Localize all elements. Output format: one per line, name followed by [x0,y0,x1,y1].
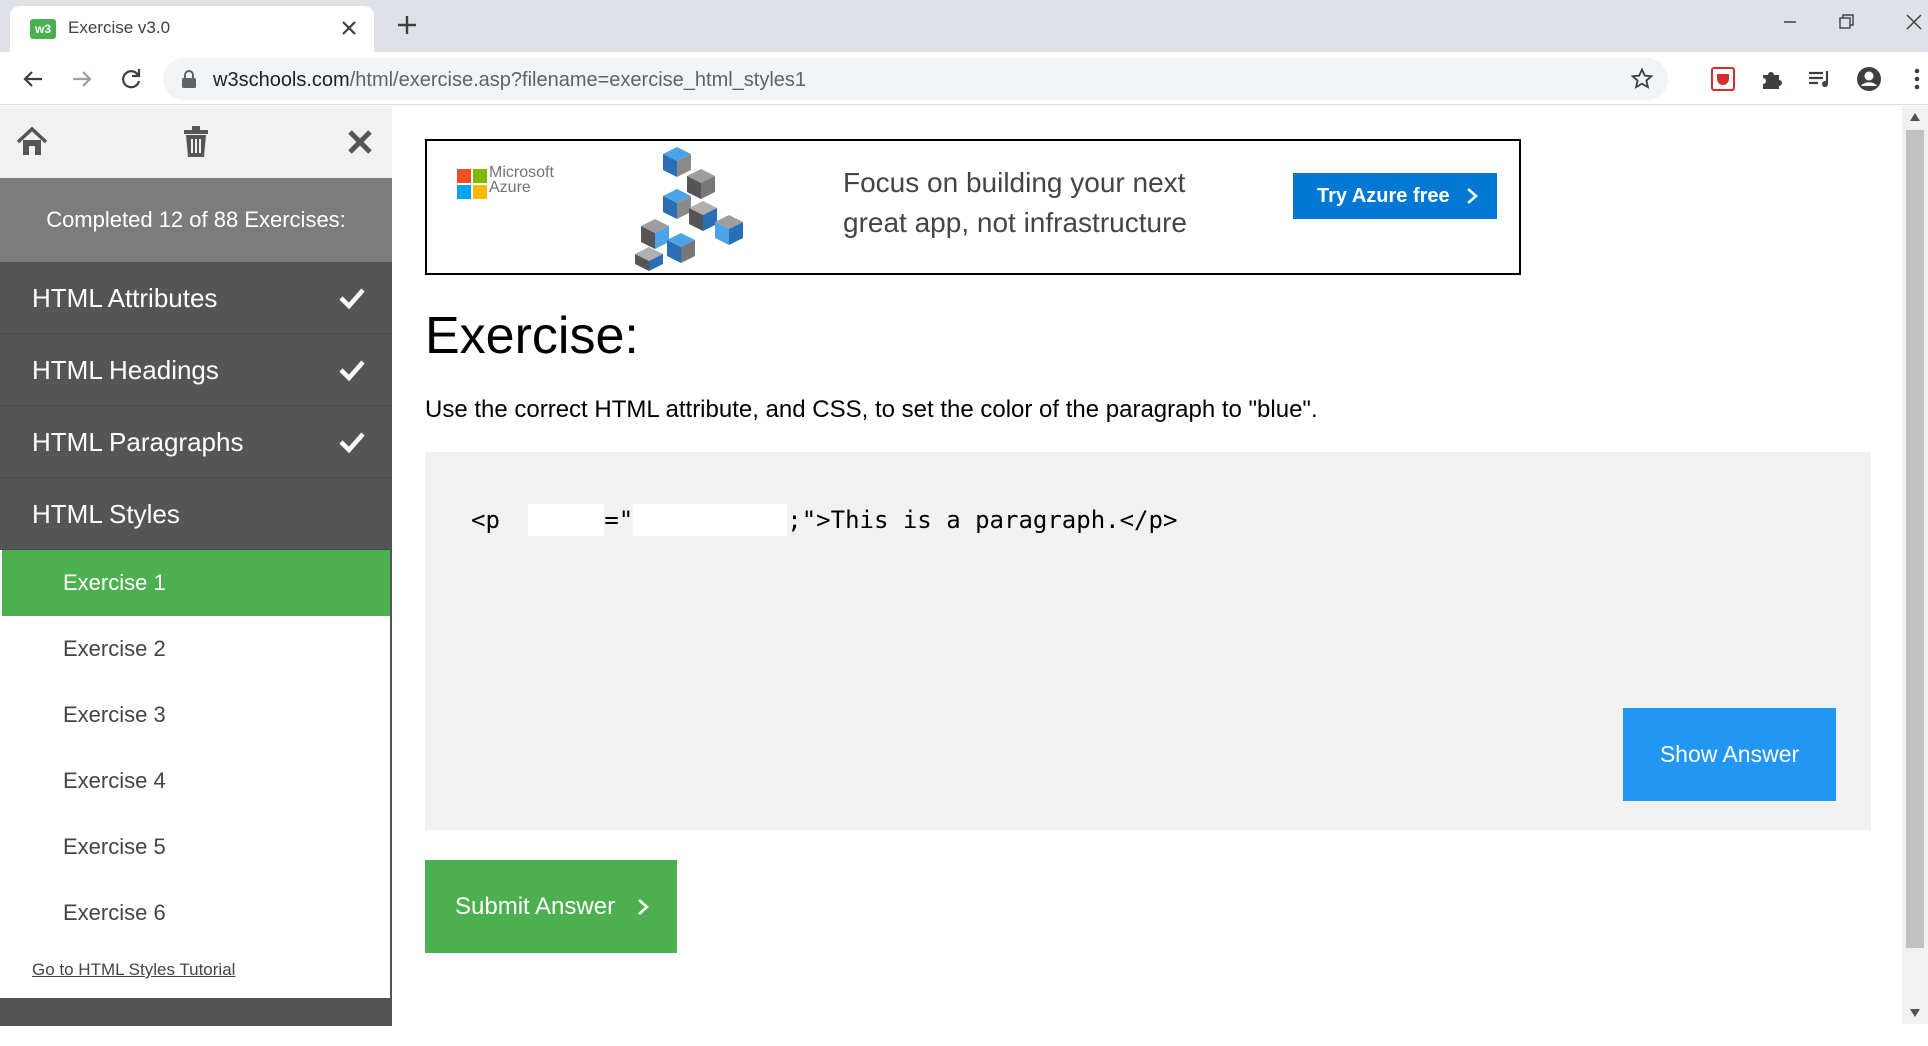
minimize-icon[interactable] [1776,8,1804,36]
exercise-item-1[interactable]: Exercise 1 [2,550,390,616]
chapter-html-paragraphs[interactable]: HTML Paragraphs [0,406,392,478]
checkmark-icon [339,432,365,454]
ad-brand-line1: Microsoft [489,164,554,181]
chapter-html-headings[interactable]: HTML Headings [0,334,392,406]
attribute-input[interactable] [528,504,605,536]
restore-icon[interactable] [1832,8,1860,36]
browser-toolbar: w3schools.com/html/exercise.asp?filename… [0,52,1928,105]
main-content: Microsoft Azure Focus on building your n… [392,106,1902,1046]
back-icon[interactable] [18,64,48,94]
w3schools-favicon-icon: w3 [30,19,56,39]
sidebar-footer-bar [0,998,392,1026]
profile-avatar-icon[interactable] [1855,65,1883,93]
ad-brand: Microsoft Azure [489,164,554,196]
ad-brand-line2: Azure [489,179,531,196]
code-line: <p =" ;">This is a paragraph.</p> [471,504,1177,536]
sidebar-toolbar [0,106,392,178]
checkmark-icon [339,360,365,382]
css-value-input[interactable] [633,504,788,536]
exercise-instruction: Use the correct HTML attribute, and CSS,… [425,396,1318,423]
exercise-sidebar: Completed 12 of 88 Exercises: HTML Attri… [0,106,392,1026]
chevron-right-icon [1467,188,1478,204]
address-bar[interactable]: w3schools.com/html/exercise.asp?filename… [163,58,1668,100]
show-answer-button[interactable]: Show Answer [1623,708,1836,801]
ad-headline-line2: great app, not infrastructure [843,207,1187,238]
chapter-html-styles[interactable]: HTML Styles [0,478,392,550]
extensions-puzzle-icon[interactable] [1758,65,1786,93]
extension-shield-icon[interactable] [1709,65,1737,93]
page-viewport: Completed 12 of 88 Exercises: HTML Attri… [0,106,1928,1046]
browser-menu-icon[interactable] [1903,65,1928,93]
url-text: w3schools.com/html/exercise.asp?filename… [213,69,806,92]
close-sidebar-icon[interactable] [342,124,378,160]
scroll-thumb[interactable] [1906,130,1924,948]
lock-icon[interactable] [181,70,197,88]
page-scrollbar[interactable] [1902,106,1928,1024]
chapter-label: HTML Styles [32,499,180,529]
ad-headline: Focus on building your next great app, n… [843,163,1187,243]
home-icon[interactable] [14,124,50,160]
microsoft-logo-icon [457,169,487,199]
chapter-label: HTML Headings [32,355,219,385]
scroll-up-icon[interactable] [1909,112,1921,122]
reload-icon[interactable] [116,64,146,94]
submit-answer-button[interactable]: Submit Answer [425,860,677,953]
exercise-item-2[interactable]: Exercise 2 [2,616,390,682]
close-window-icon[interactable] [1900,8,1928,36]
trash-icon[interactable] [178,124,214,160]
submit-label: Submit Answer [455,893,616,920]
media-queue-icon[interactable] [1806,65,1834,93]
exercise-item-4[interactable]: Exercise 4 [2,748,390,814]
chapter-label: HTML Paragraphs [32,427,244,457]
forward-icon[interactable] [67,64,97,94]
exercise-item-3[interactable]: Exercise 3 [2,682,390,748]
exercise-item-6[interactable]: Exercise 6 [2,880,390,946]
code-exercise-box: <p =" ;">This is a paragraph.</p> Show A… [425,452,1871,830]
try-azure-label: Try Azure free [1317,185,1450,207]
scroll-down-icon[interactable] [1909,1008,1921,1018]
url-host: w3schools.com [213,69,350,91]
chevron-right-icon [638,899,649,915]
ad-headline-line1: Focus on building your next [843,167,1186,198]
code-part-2: =" [604,506,634,534]
browser-tabstrip: w3 Exercise v3.0 [0,0,1928,52]
tutorial-link[interactable]: Go to HTML Styles Tutorial [32,960,235,980]
tab-title: Exercise v3.0 [68,18,171,37]
code-part-3: ;">This is a paragraph.</p> [787,506,1178,534]
progress-text: Completed 12 of 88 Exercises: [0,178,392,262]
exercise-item-5[interactable]: Exercise 5 [2,814,390,880]
url-path: /html/exercise.asp?filename=exercise_htm… [349,69,807,91]
cubes-illustration-icon [635,147,743,271]
close-tab-icon[interactable] [338,17,360,39]
bookmark-star-icon[interactable] [1630,67,1654,91]
chapter-html-attributes[interactable]: HTML Attributes [0,262,392,334]
browser-tab[interactable]: w3 Exercise v3.0 [10,6,374,52]
chapter-label: HTML Attributes [32,283,218,313]
checkmark-icon [339,288,365,310]
exercise-heading: Exercise: [425,307,639,365]
new-tab-icon[interactable] [394,12,420,38]
code-part-1: <p [471,506,515,534]
try-azure-button[interactable]: Try Azure free [1293,173,1497,219]
azure-ad-banner[interactable]: Microsoft Azure Focus on building your n… [425,139,1521,275]
